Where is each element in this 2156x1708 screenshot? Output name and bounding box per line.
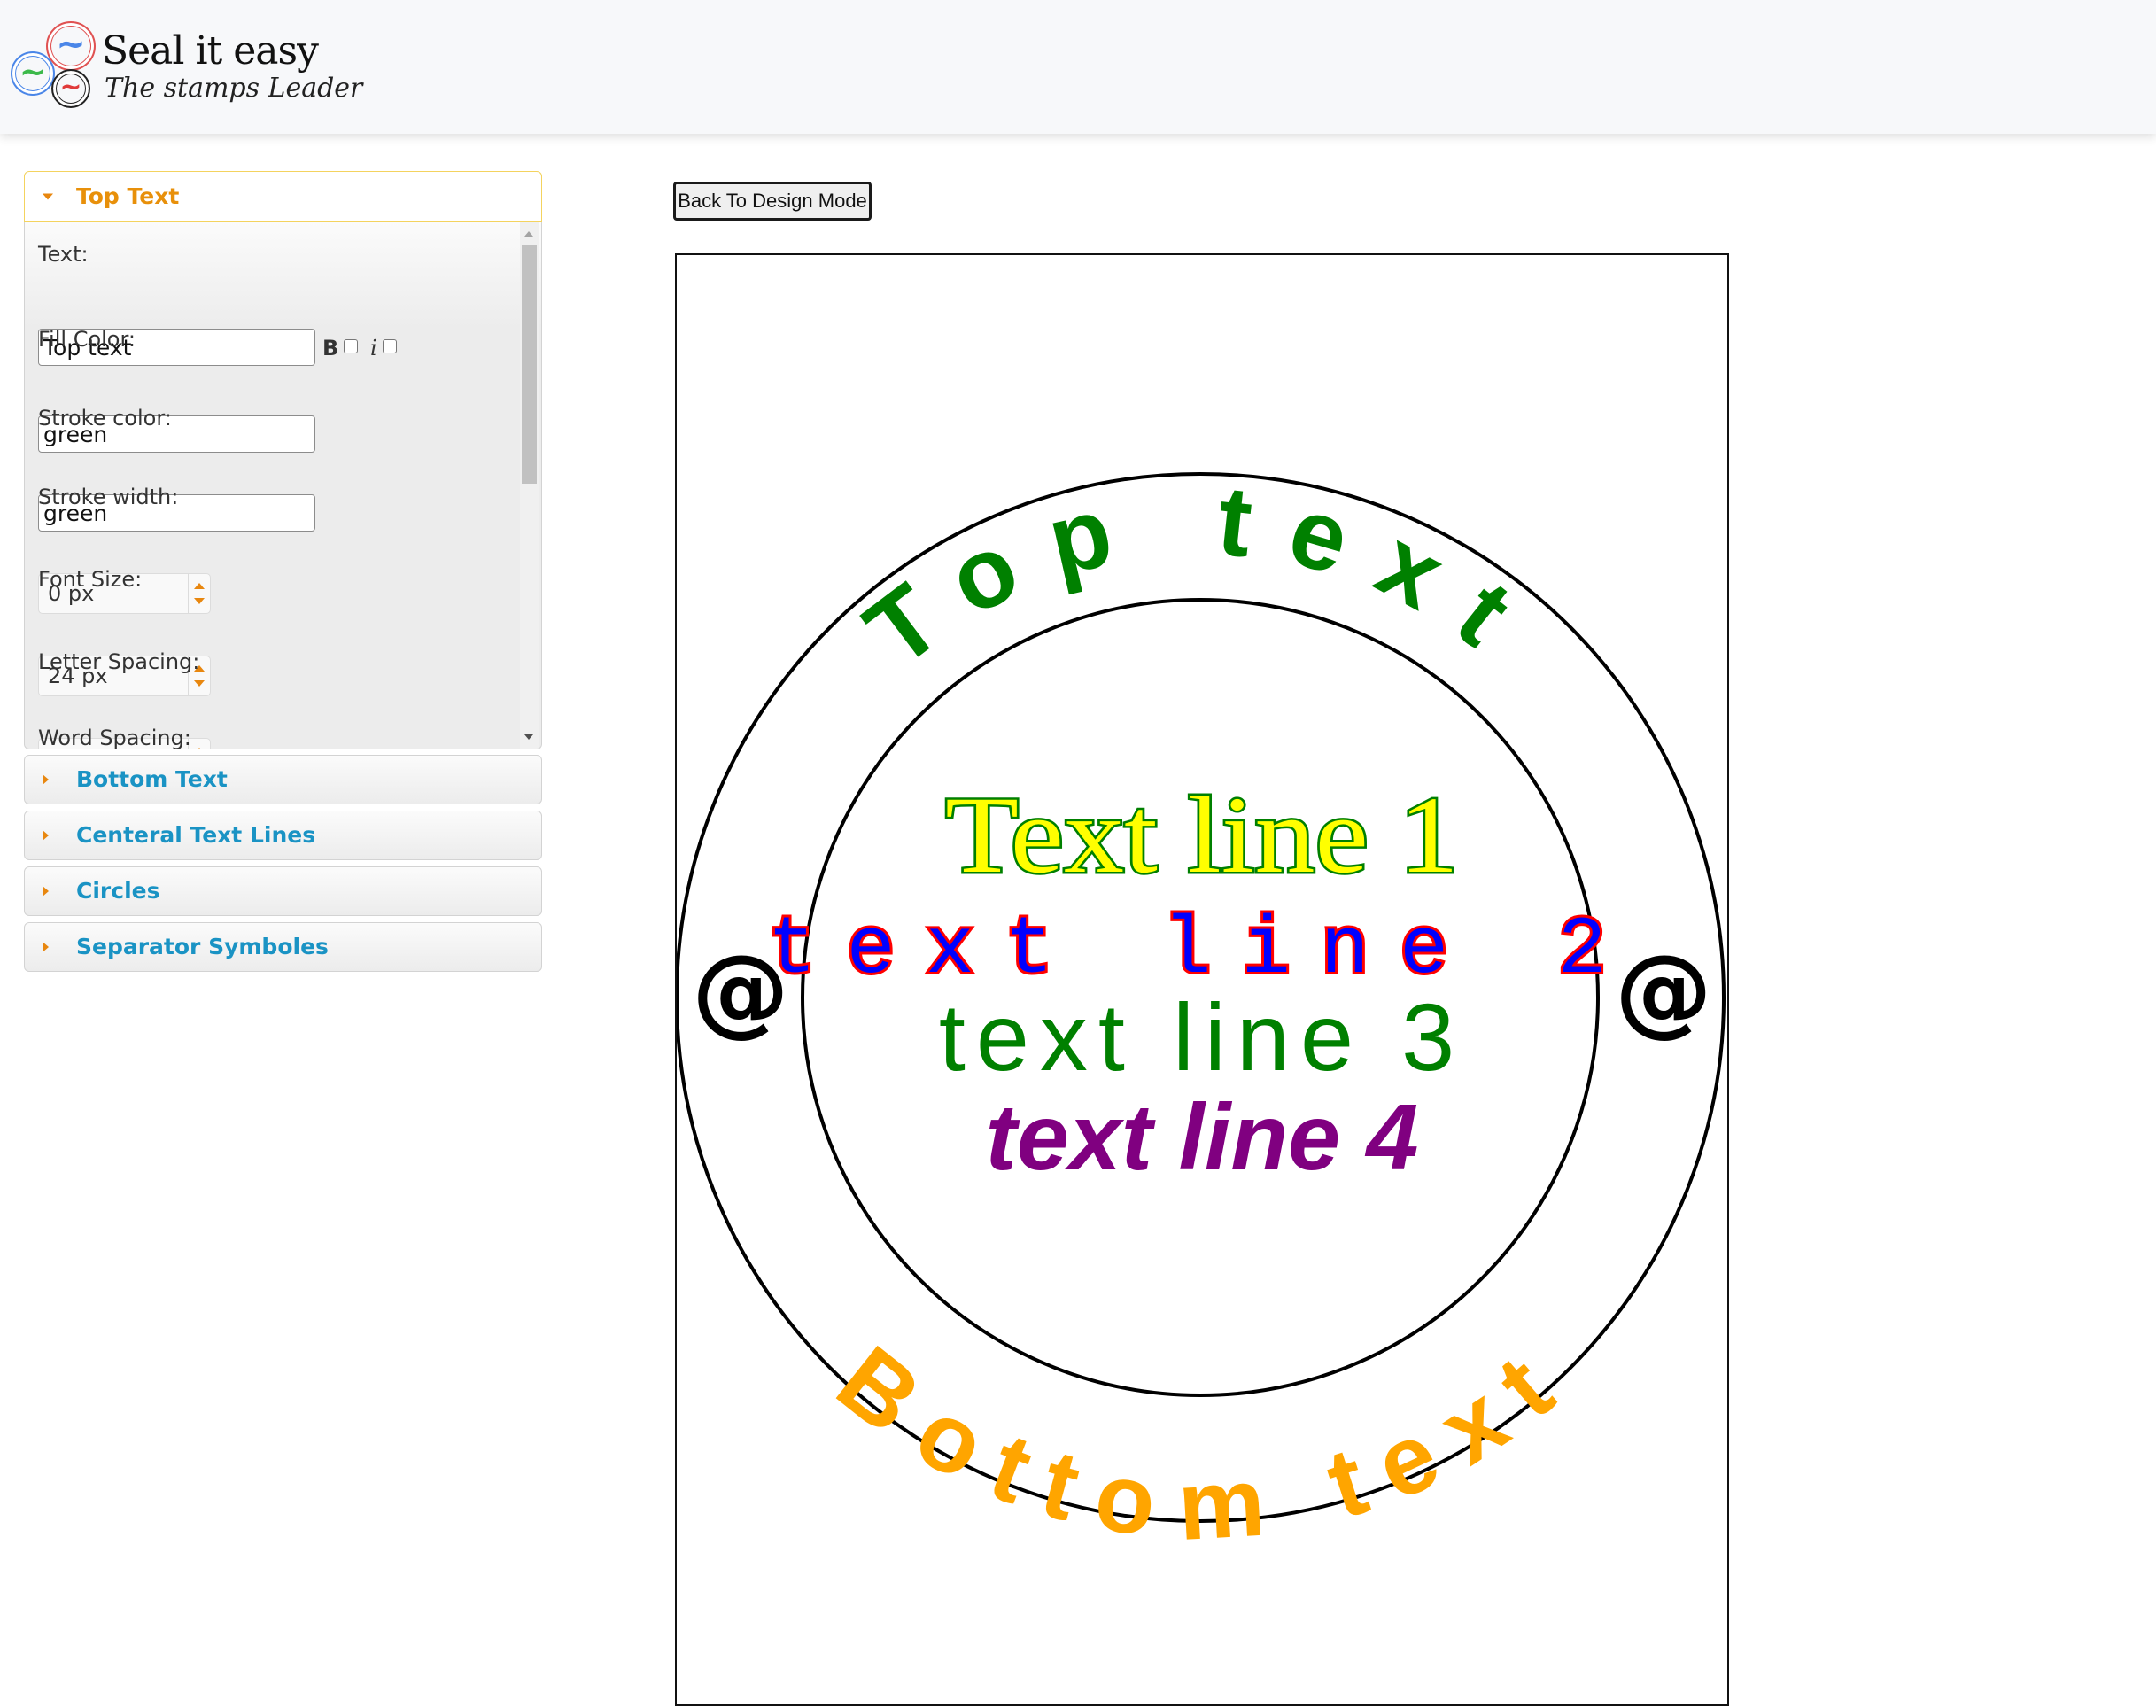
accordion-label: Centeral Text Lines xyxy=(76,821,316,848)
spinner-buttons xyxy=(188,574,210,613)
logo-title: Seal it easy xyxy=(102,28,319,74)
font-size-label: Font Size: xyxy=(38,567,143,592)
accordion-header-top-text[interactable]: Top Text xyxy=(24,171,542,222)
bottom-arc-text: Bottom text xyxy=(818,1324,1585,1561)
accordion-label: Bottom Text xyxy=(76,765,228,792)
tilde-icon: ~ xyxy=(59,72,82,104)
stroke-width-label: Stroke width: xyxy=(38,485,179,509)
stamp-svg: Top text Bottom text @ @ Text line 1 tex… xyxy=(677,464,1726,1561)
site-logo[interactable]: ~ ~ ~ Seal it easy The stamps Leader xyxy=(9,19,362,117)
italic-checkbox[interactable] xyxy=(382,339,397,353)
stamp-preview-canvas: Top text Bottom text @ @ Text line 1 tex… xyxy=(675,253,1729,1706)
spin-up-icon[interactable] xyxy=(194,748,205,749)
caret-right-icon xyxy=(43,830,49,841)
logo-seal-black: ~ xyxy=(51,69,90,108)
panel-scrollbar[interactable] xyxy=(520,222,539,749)
accordion-label: Circles xyxy=(76,877,160,904)
text-label: Text: xyxy=(38,242,89,267)
top-arc-text-path: Top text xyxy=(846,464,1524,688)
settings-accordion: Top Text Text: B i Fill Color: Stroke co… xyxy=(24,171,542,978)
accordion-header-circles[interactable]: Circles xyxy=(24,866,542,916)
central-text-line-1: Text line 1 xyxy=(945,774,1459,896)
caret-right-icon xyxy=(43,886,49,897)
tilde-icon: ~ xyxy=(56,24,86,66)
spin-up-icon[interactable] xyxy=(194,583,205,589)
scrollbar-thumb[interactable] xyxy=(522,245,537,484)
accordion-header-bottom-text[interactable]: Bottom Text xyxy=(24,755,542,804)
accordion-label: Top Text xyxy=(76,182,180,209)
scroll-down-icon[interactable] xyxy=(524,734,533,740)
back-to-design-mode-button[interactable]: Back To Design Mode xyxy=(673,182,872,221)
word-spacing-label: Word Spacing: xyxy=(38,726,191,749)
stroke-color-label: Stroke color: xyxy=(38,406,172,431)
accordion-header-separator-symbols[interactable]: Separator Symboles xyxy=(24,922,542,972)
scroll-up-icon[interactable] xyxy=(524,231,533,237)
tilde-icon: ~ xyxy=(19,53,47,90)
fill-color-label: Fill Color: xyxy=(38,327,136,352)
central-text-line-3: text line 3 xyxy=(939,983,1465,1091)
logo-seal-red: ~ xyxy=(46,21,96,71)
accordion-header-central-text-lines[interactable]: Centeral Text Lines xyxy=(24,811,542,860)
spin-down-icon[interactable] xyxy=(194,598,205,604)
spin-down-icon[interactable] xyxy=(194,680,205,687)
top-text-panel: Text: B i Fill Color: Stroke color: Stro… xyxy=(24,222,542,749)
logo-subtitle: The stamps Leader xyxy=(105,73,363,104)
central-text-line-4: text line 4 xyxy=(986,1085,1419,1190)
logo-seal-blue: ~ xyxy=(11,51,55,96)
bold-label: B xyxy=(322,336,339,361)
letter-spacing-label: Letter Spacing: xyxy=(38,649,200,674)
italic-label: i xyxy=(369,336,377,361)
top-arc-text: Top text xyxy=(846,464,1560,688)
caret-down-icon xyxy=(43,193,53,200)
bold-checkbox[interactable] xyxy=(344,339,359,353)
format-options: B i xyxy=(322,336,397,361)
top-header: ~ ~ ~ Seal it easy The stamps Leader xyxy=(0,0,2156,134)
accordion-label: Separator Symboles xyxy=(76,933,329,959)
bottom-arc-text-path: Bottom text xyxy=(818,1324,1569,1561)
caret-right-icon xyxy=(43,942,49,952)
caret-right-icon xyxy=(43,774,49,785)
